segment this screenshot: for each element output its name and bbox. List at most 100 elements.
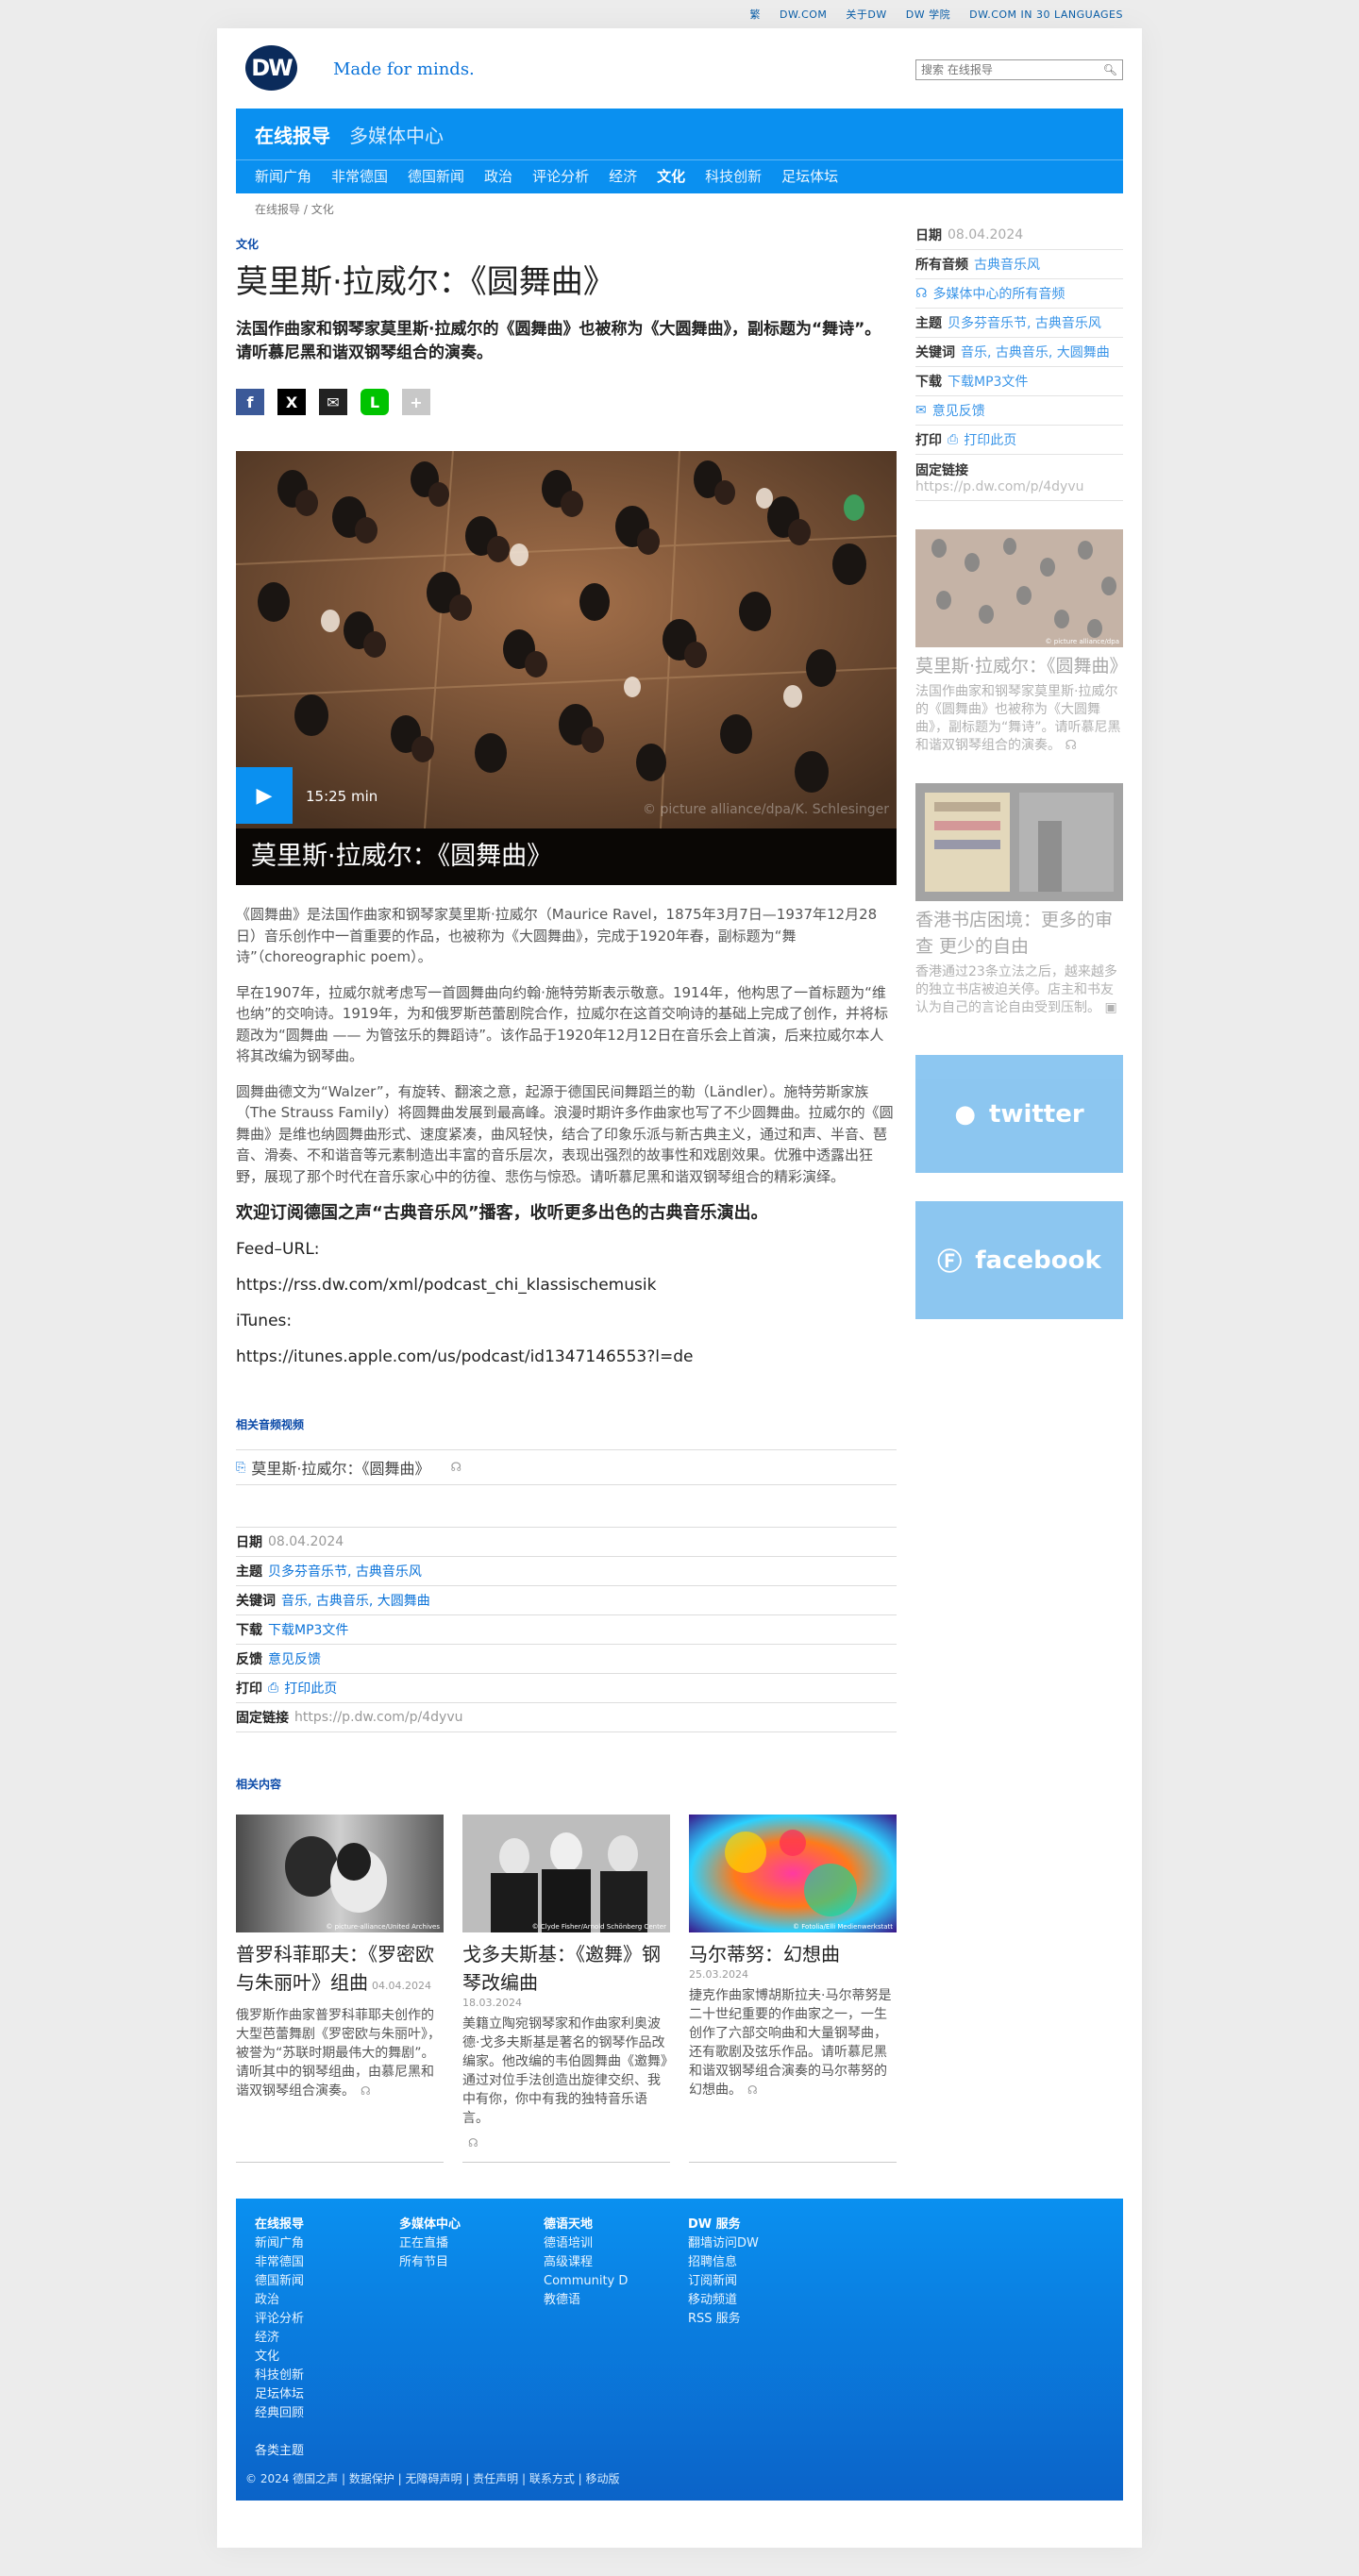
footer-topics-link[interactable]: 各类主题 [255,2440,304,2458]
feedback-link[interactable]: 意见反馈 [268,1649,321,1668]
nav-item-news[interactable]: 新闻广角 [255,166,311,186]
related-av-heading: 相关音频视频 [236,1418,305,1431]
nav-item-german-news[interactable]: 德国新闻 [408,166,464,186]
headphones-icon: ☊ [747,2083,758,2097]
footer-link[interactable]: 教德语 [544,2291,688,2310]
footer-link[interactable]: 德语培训 [544,2234,688,2253]
sidebar-keywords-link[interactable]: 音乐, 古典音乐, 大圆舞曲 [961,343,1110,361]
feed-url[interactable]: https://rss.dw.com/xml/podcast_chi_klass… [236,1273,897,1297]
card-summary: 美籍立陶宛钢琴家和作曲家利奥波德·戈多夫斯基是著名的钢琴作品改编家。他改编的韦伯… [462,2015,670,2128]
download-mp3-link[interactable]: 下载MP3文件 [268,1620,348,1639]
footer-link[interactable]: RSS 服务 [688,2310,832,2329]
more-share-icon[interactable]: + [402,389,430,415]
footer-link[interactable]: 评论分析 [255,2310,399,2329]
breadcrumb-home[interactable]: 在线报导 [255,203,300,216]
twitter-banner[interactable]: ● twitter [915,1055,1123,1173]
footer-col-title[interactable]: 德语天地 [544,2216,688,2234]
nav-multimedia-center[interactable]: 多媒体中心 [349,121,444,148]
topbar-link-languages[interactable]: DW.COM IN 30 LANGUAGES [969,8,1123,21]
related-av-title[interactable]: 莫里斯·拉威尔：《圆舞曲》 [251,1456,429,1479]
footer-link[interactable]: 经典回顾 [255,2404,399,2423]
footer-link[interactable]: 翻墙访问DW [688,2234,832,2253]
email-share-icon[interactable]: ✉ [319,389,347,415]
itunes-url[interactable]: https://itunes.apple.com/us/podcast/id13… [236,1345,897,1369]
topbar-link-academy[interactable]: DW 学院 [906,7,950,22]
footer-link[interactable]: 高级课程 [544,2253,688,2272]
footer-link[interactable]: 所有节目 [399,2253,544,2272]
card-title-text[interactable]: 戈多夫斯基：《邀舞》钢琴改编曲 [462,1943,661,1994]
nav-item-culture[interactable]: 文化 [657,166,685,186]
footer-link[interactable]: 足坛体坛 [255,2385,399,2404]
related-av-item[interactable]: ⎘ 莫里斯·拉威尔：《圆舞曲》 ☊ [236,1449,897,1485]
footer-link[interactable]: 政治 [255,2291,399,2310]
nav-item-science[interactable]: 科技创新 [705,166,762,186]
meta-download-row: 下载 下载MP3文件 [236,1615,897,1645]
sidebar-topic-link[interactable]: 贝多芬音乐节, 古典音乐风 [948,313,1101,332]
nav-item-germany[interactable]: 非常德国 [331,166,388,186]
related-card[interactable]: © Fotolia/Elli Medienwerkstatt 马尔蒂努：幻想曲 … [689,1815,897,2163]
sidebar-feedback-link[interactable]: 意见反馈 [932,401,985,420]
nav-item-commentary[interactable]: 评论分析 [532,166,589,186]
nav-item-economy[interactable]: 经济 [609,166,637,186]
audio-player[interactable]: ▶ 15:25 min © picture alliance/dpa/K. Sc… [236,451,897,885]
play-icon[interactable]: ▶ [236,767,293,824]
x-share-icon[interactable]: X [277,389,306,415]
footer-col-title[interactable]: 在线报导 [255,2216,399,2234]
footer-link[interactable]: 德国新闻 [255,2272,399,2291]
topbar-link-dw[interactable]: DW.COM [780,8,827,21]
card-title[interactable]: 普罗科菲耶夫：《罗密欧与朱丽叶》组曲 04.04.2024 [236,1940,444,2000]
sidebar-card[interactable]: © picture alliance/dpa 莫里斯·拉威尔：《圆舞曲》 法国作… [915,529,1128,755]
sidebar-permalink-url[interactable]: https://p.dw.com/p/4dyvu [915,479,1083,494]
footer-link[interactable]: 招聘信息 [688,2253,832,2272]
footer-col-title[interactable]: DW 服务 [688,2216,832,2234]
related-card[interactable]: © Clyde Fisher/Arnold Schönberg Center 戈… [462,1815,670,2163]
footer-link[interactable]: 非常德国 [255,2253,399,2272]
sidebar-permalink: 固定链接 https://p.dw.com/p/4dyvu [915,455,1123,501]
footer-link[interactable]: 正在直播 [399,2234,544,2253]
sidebar-all-audio-link[interactable]: 古典音乐风 [974,255,1040,274]
sidebar-download-link[interactable]: 下载MP3文件 [948,372,1028,391]
print-icon: ⎙ [948,432,959,447]
meta-topic-link[interactable]: 贝多芬音乐节, 古典音乐风 [268,1562,422,1581]
nav-item-politics[interactable]: 政治 [484,166,512,186]
footer-link[interactable]: 文化 [255,2348,399,2367]
meta-date-row: 日期 08.04.2024 [236,1528,897,1557]
footer-link[interactable]: 科技创新 [255,2367,399,2385]
search-icon[interactable]: 🔍︎ [1103,63,1117,76]
sidebar-card[interactable]: 香港书店困境：更多的审查 更少的自由 香港通过23条立法之后，越来越多的独立书店… [915,783,1123,1017]
meta-keywords-link[interactable]: 音乐, 古典音乐, 大圆舞曲 [281,1591,430,1610]
sidebar-media-center-link[interactable]: 多媒体中心的所有音频 [932,284,1065,303]
sidebar-card-title[interactable]: 香港书店困境：更多的审查 更少的自由 [915,907,1123,960]
card-title-text[interactable]: 马尔蒂努：幻想曲 [689,1943,840,1965]
footer-link[interactable]: 移动频道 [688,2291,832,2310]
footer-col-title[interactable]: 多媒体中心 [399,2216,544,2234]
permalink-url[interactable]: https://p.dw.com/p/4dyvu [294,1710,462,1725]
card-title[interactable]: 戈多夫斯基：《邀舞》钢琴改编曲 [462,1940,670,1997]
footer-link[interactable]: Community D [544,2272,688,2291]
sidebar-card-title[interactable]: 莫里斯·拉威尔：《圆舞曲》 [915,653,1128,679]
related-card[interactable]: © picture-alliance/United Archives 普罗科菲耶… [236,1815,444,2163]
sidebar-print-link[interactable]: 打印此页 [964,430,1016,449]
article-kicker[interactable]: 文化 [236,236,897,252]
feed-label: Feed–URL: [236,1240,320,1259]
print-link[interactable]: 打印此页 [284,1679,337,1698]
facebook-share-icon[interactable]: f [236,389,264,415]
breadcrumb-culture[interactable]: 文化 [311,203,334,216]
facebook-banner[interactable]: Ⓕ facebook [915,1201,1123,1319]
main-nav: 在线报导 多媒体中心 新闻广角 非常德国 德国新闻 政治 评论分析 经济 文化 … [236,109,1123,193]
page: DW Made for minds. 🔍︎ 在线报导 多媒体中心 新闻广角 非常… [217,28,1142,2548]
nav-item-sports[interactable]: 足坛体坛 [781,166,838,186]
footer-link[interactable]: 经济 [255,2329,399,2348]
topbar-link-about[interactable]: 关于DW [846,7,886,22]
footer-link[interactable]: 订阅新闻 [688,2272,832,2291]
dw-logo[interactable]: DW [245,45,297,91]
line-share-icon[interactable]: L [361,389,389,415]
card-date: 18.03.2024 [462,1997,522,2009]
card-title[interactable]: 马尔蒂努：幻想曲 [689,1940,897,1968]
search-input[interactable] [921,63,1103,76]
nav-online-reports[interactable]: 在线报导 [255,121,330,148]
site-header: DW Made for minds. 🔍︎ [217,28,1142,109]
feedback-icon: ✉ [915,403,927,418]
topbar-link-traditional[interactable]: 繁 [750,7,762,22]
footer-link[interactable]: 新闻广角 [255,2234,399,2253]
